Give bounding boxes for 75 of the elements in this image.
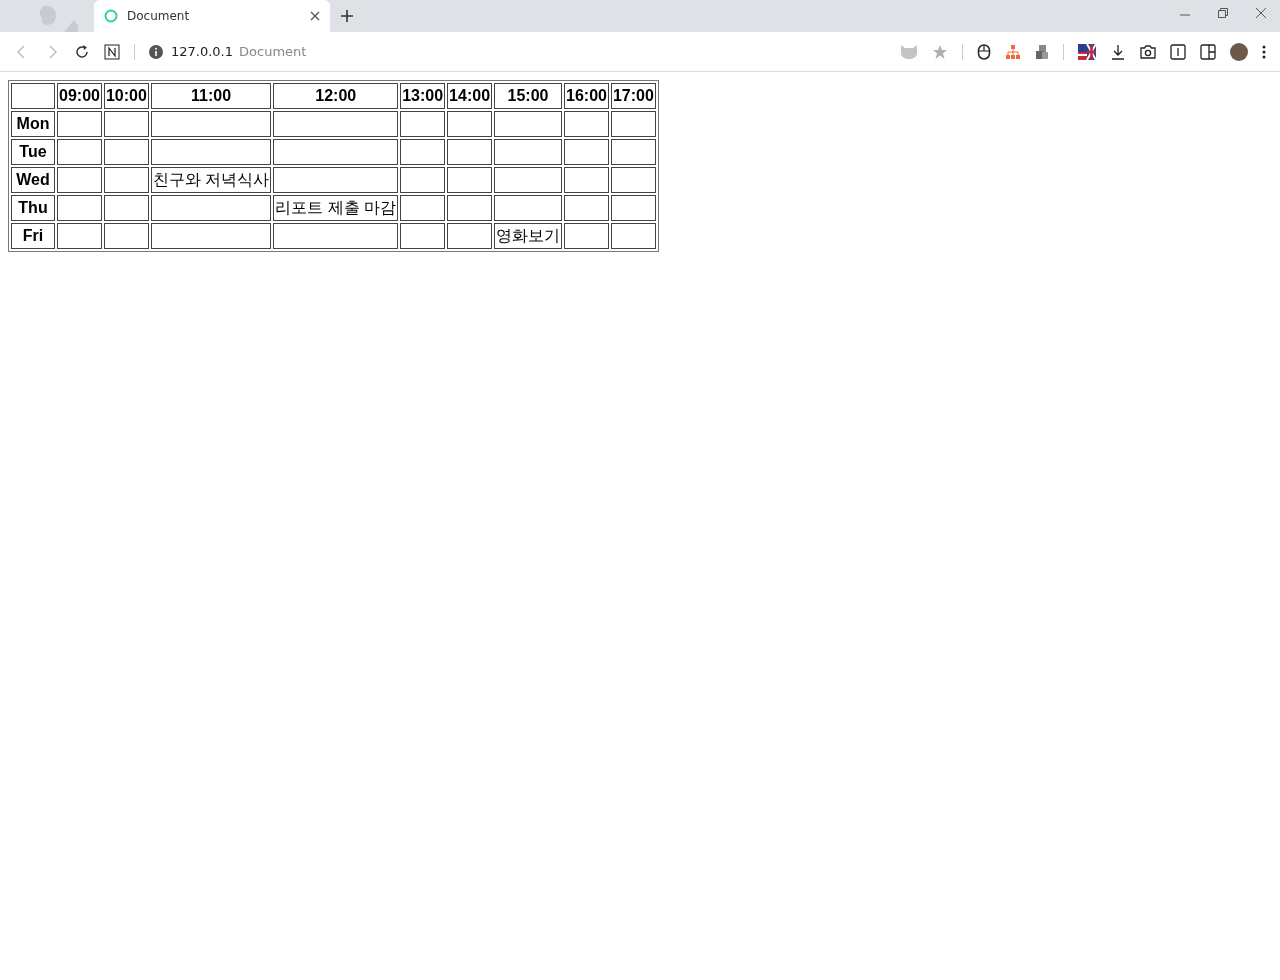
empty-cell (400, 195, 446, 221)
close-icon[interactable] (310, 11, 320, 21)
empty-cell (494, 167, 563, 193)
empty-cell (447, 139, 493, 165)
time-header: 11:00 (150, 83, 272, 109)
empty-cell (610, 139, 656, 165)
page-title: Document (239, 44, 307, 59)
close-icon[interactable] (1255, 7, 1267, 19)
restore-icon[interactable] (1217, 7, 1229, 19)
time-header: 12:00 (273, 83, 399, 109)
empty-cell (610, 223, 656, 249)
event-cell: 영화보기 (494, 223, 563, 249)
time-header: 10:00 (103, 83, 149, 109)
empty-cell (610, 167, 656, 193)
empty-cell (57, 195, 102, 221)
menu-icon[interactable] (1262, 44, 1266, 59)
event-cell: 리포트 제출 마감 (273, 195, 399, 221)
download-icon[interactable] (1110, 43, 1126, 60)
empty-cell (447, 195, 493, 221)
empty-cell (447, 223, 493, 249)
browser-tab[interactable]: Document (94, 0, 330, 32)
empty-cell (400, 111, 446, 137)
avatar-icon[interactable] (1230, 42, 1248, 61)
empty-cell (494, 111, 563, 137)
reader-icon[interactable] (1170, 43, 1186, 60)
empty-cell (400, 139, 446, 165)
blocks-icon[interactable] (1035, 43, 1049, 60)
day-header: Thu (11, 195, 55, 221)
empty-cell (103, 111, 149, 137)
empty-cell (564, 223, 609, 249)
reload-icon[interactable] (74, 43, 90, 60)
empty-cell (400, 223, 446, 249)
empty-cell (400, 167, 446, 193)
empty-cell (494, 139, 563, 165)
event-cell: 친구와 저녁식사 (150, 167, 272, 193)
corner-cell (11, 83, 55, 109)
mouse-icon[interactable] (977, 43, 991, 60)
empty-cell (103, 223, 149, 249)
empty-cell (494, 195, 563, 221)
time-header: 17:00 (610, 83, 656, 109)
camera-icon[interactable] (1140, 43, 1156, 60)
empty-cell (447, 111, 493, 137)
empty-cell (57, 111, 102, 137)
empty-cell (447, 167, 493, 193)
star-icon[interactable] (932, 43, 948, 60)
sitemap-icon[interactable] (1005, 43, 1021, 60)
flag-icon[interactable] (1078, 43, 1096, 60)
time-header: 16:00 (564, 83, 609, 109)
time-header: 13:00 (400, 83, 446, 109)
empty-cell (564, 167, 609, 193)
empty-cell (57, 167, 102, 193)
empty-cell (610, 195, 656, 221)
circle-icon (104, 9, 118, 23)
tab-title: Document (127, 9, 191, 23)
empty-cell (57, 139, 102, 165)
empty-cell (103, 139, 149, 165)
empty-cell (564, 139, 609, 165)
day-header: Wed (11, 167, 55, 193)
time-header: 14:00 (447, 83, 493, 109)
empty-cell (610, 111, 656, 137)
empty-cell (564, 195, 609, 221)
day-header: Tue (11, 139, 55, 165)
new-tab-icon[interactable] (340, 9, 354, 23)
day-header: Fri (11, 223, 55, 249)
time-header: 09:00 (57, 83, 102, 109)
info-icon[interactable] (149, 44, 163, 59)
empty-cell (564, 111, 609, 137)
n-icon[interactable] (104, 43, 120, 60)
time-header: 15:00 (494, 83, 563, 109)
empty-cell (57, 223, 102, 249)
empty-cell (103, 195, 149, 221)
empty-cell (103, 167, 149, 193)
url-host[interactable]: 127.0.0.1 (171, 44, 234, 59)
sidebar-icon[interactable] (1200, 43, 1216, 60)
day-header: Mon (11, 111, 55, 137)
